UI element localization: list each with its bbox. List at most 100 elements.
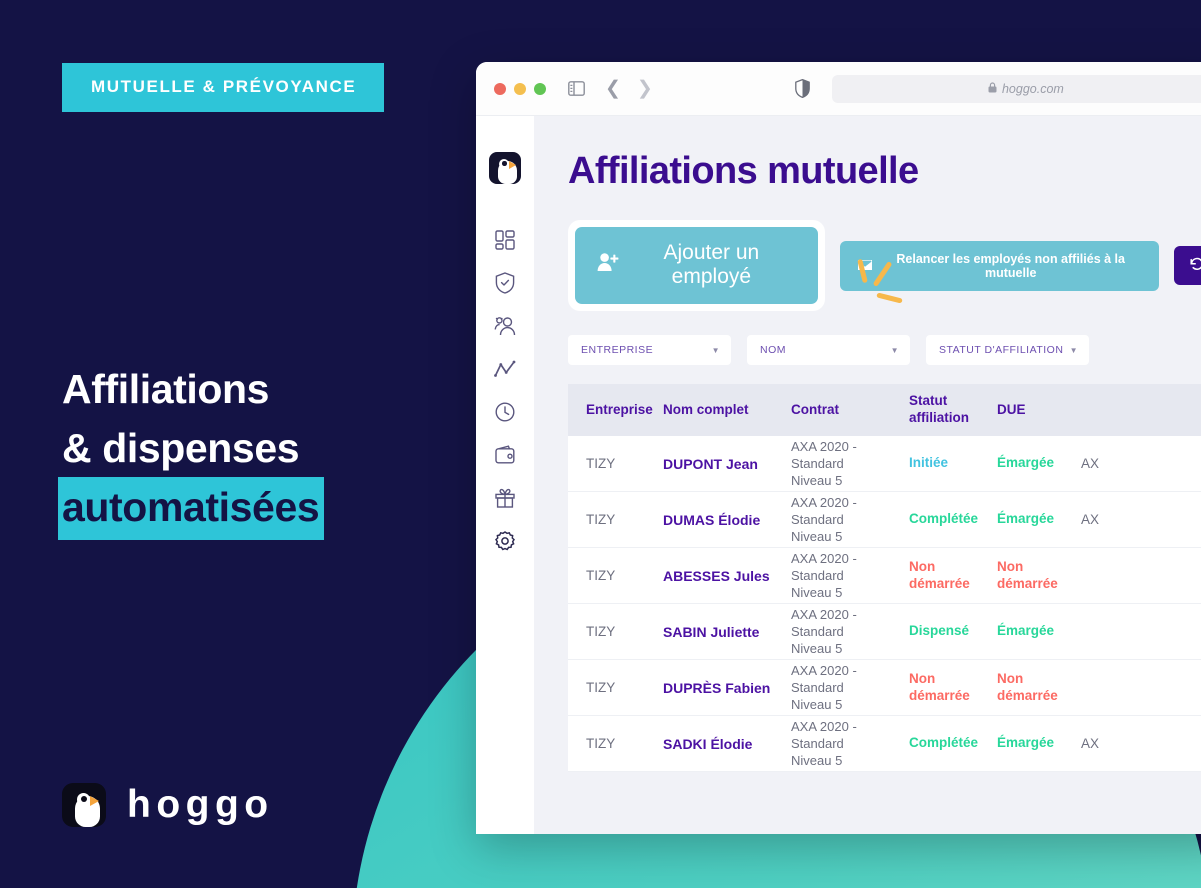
cell-due: Émargée	[997, 455, 1055, 471]
cell-entreprise: TIZY	[586, 680, 616, 695]
headline-line-1: Affiliations	[62, 366, 270, 412]
browser-window: ❮ ❯ hoggo.com Affiliations mutuelle Ajou…	[476, 62, 1201, 834]
table-row[interactable]: TIZY DUMAS Élodie AXA 2020 - Standard Nivea…	[568, 492, 1201, 548]
privacy-shield-icon[interactable]	[794, 79, 810, 98]
column-header-nom-complet[interactable]: Nom complet	[663, 402, 791, 419]
cell-nom-complet[interactable]: DUPONT Jean	[663, 456, 791, 472]
cell-entreprise: TIZY	[586, 736, 616, 751]
cell-contrat: AXA 2020 - Standard Niveau 5	[791, 550, 857, 601]
filter-row: ENTREPRISE ▼ NOM ▼ STATUT D'AFFILIATION …	[568, 335, 1201, 365]
cell-nom-complet[interactable]: ABESSES Jules	[663, 568, 791, 584]
filter-nom[interactable]: NOM ▼	[747, 335, 910, 365]
table-header-row: Entreprise Nom complet Contrat Statut af…	[568, 384, 1201, 436]
history-revert-icon	[1190, 257, 1201, 274]
sidebar-item-dashboard[interactable]	[485, 218, 525, 261]
column-header-contrat[interactable]: Contrat	[791, 402, 909, 419]
cell-statut-affiliation: Non démarrée	[909, 671, 970, 703]
eyebrow-badge: MUTUELLE & PRÉVOYANCE	[62, 63, 385, 112]
app-body: Affiliations mutuelle Ajouter un employé…	[476, 116, 1201, 834]
filter-entreprise-label: ENTREPRISE	[581, 344, 654, 356]
hoggo-penguin-icon[interactable]	[489, 152, 521, 184]
cell-contrat: AXA 2020 - Standard Niveau 5	[791, 438, 857, 489]
cell-due: Émargée	[997, 623, 1055, 639]
cell-due: Non démarrée	[997, 671, 1058, 703]
user-plus-icon	[597, 252, 619, 278]
page-title: Affiliations mutuelle	[568, 150, 919, 192]
filter-nom-label: NOM	[760, 344, 786, 356]
table-row[interactable]: TIZY SADKI Élodie AXA 2020 - Standard Nivea…	[568, 716, 1201, 772]
table-row[interactable]: TIZY SABIN Juliette AXA 2020 - Standard Niv…	[568, 604, 1201, 660]
cell-due: Émargée	[997, 511, 1055, 527]
app-main-content: Affiliations mutuelle Ajouter un employé…	[534, 116, 1201, 834]
url-address-bar[interactable]: hoggo.com	[831, 74, 1201, 103]
table-body: TIZY DUPONT Jean AXA 2020 - Standard Niveau…	[568, 436, 1201, 772]
filter-statut-label: STATUT D'AFFILIATION	[939, 344, 1064, 356]
history-button[interactable]: V	[1173, 246, 1201, 285]
browser-chrome-bar: ❮ ❯ hoggo.com	[476, 62, 1201, 116]
cell-statut-affiliation: Complétée	[909, 735, 979, 751]
table-row[interactable]: TIZY DUPRÈS Fabien AXA 2020 - Standard Nive…	[568, 660, 1201, 716]
poster-canvas: MUTUELLE & PRÉVOYANCE Affiliations & dis…	[0, 0, 1201, 888]
sidebar-item-history[interactable]	[485, 390, 525, 433]
cell-extra: AX	[1081, 512, 1100, 527]
add-employee-label: Ajouter un employé	[663, 241, 760, 288]
filter-statut-affiliation[interactable]: STATUT D'AFFILIATION ▼	[926, 335, 1089, 365]
add-employee-button[interactable]: Ajouter un employé	[575, 227, 818, 304]
chevron-down-icon: ▼	[1069, 345, 1078, 355]
table-row[interactable]: TIZY DUPONT Jean AXA 2020 - Standard Niveau…	[568, 436, 1201, 492]
brand-wordmark: hoggo	[127, 783, 274, 826]
sidebar-item-benefits[interactable]	[485, 476, 525, 519]
url-text: hoggo.com	[1001, 81, 1064, 96]
cell-extra: AX	[1081, 456, 1100, 471]
column-header-entreprise[interactable]: Entreprise	[568, 402, 663, 419]
cell-contrat: AXA 2020 - Standard Niveau 5	[791, 718, 857, 769]
cell-contrat: AXA 2020 - Standard Niveau 5	[791, 494, 857, 545]
chevron-down-icon: ▼	[711, 345, 720, 355]
headline-line-2: & dispenses	[62, 424, 300, 471]
brand-logo: hoggo	[62, 783, 274, 827]
headline-highlight: automatisées	[58, 477, 325, 540]
sparkle-decoration	[854, 258, 914, 315]
cell-entreprise: TIZY	[586, 624, 616, 639]
cell-nom-complet[interactable]: DUMAS Élodie	[663, 512, 791, 528]
chevron-right-icon[interactable]: ❯	[637, 77, 653, 100]
cell-entreprise: TIZY	[586, 512, 616, 527]
cell-extra: AX	[1081, 736, 1100, 751]
cell-entreprise: TIZY	[586, 568, 616, 583]
app-sidebar	[476, 116, 534, 834]
hoggo-penguin-icon	[62, 783, 106, 827]
zoom-window-button[interactable]	[534, 82, 546, 95]
sidebar-item-analytics[interactable]	[485, 347, 525, 390]
cell-nom-complet[interactable]: SABIN Juliette	[663, 624, 791, 640]
chevron-down-icon: ▼	[890, 345, 899, 355]
sidebar-toggle-icon[interactable]	[568, 81, 585, 96]
sidebar-item-protection[interactable]	[485, 261, 525, 304]
minimize-window-button[interactable]	[514, 82, 526, 95]
lock-icon	[988, 80, 997, 98]
cell-due: Non démarrée	[997, 559, 1058, 591]
chevron-left-icon[interactable]: ❮	[605, 77, 621, 100]
cell-entreprise: TIZY	[586, 456, 616, 471]
sidebar-item-settings[interactable]	[485, 519, 525, 562]
table-row[interactable]: TIZY ABESSES Jules AXA 2020 - Standard Nive…	[568, 548, 1201, 604]
affiliations-table: Entreprise Nom complet Contrat Statut af…	[568, 384, 1201, 772]
cell-contrat: AXA 2020 - Standard Niveau 5	[791, 606, 857, 657]
filter-entreprise[interactable]: ENTREPRISE ▼	[568, 335, 731, 365]
cell-due: Émargée	[997, 735, 1055, 751]
sidebar-item-wallet[interactable]	[485, 433, 525, 476]
cell-statut-affiliation: Complétée	[909, 511, 979, 527]
close-window-button[interactable]	[494, 82, 506, 95]
cell-contrat: AXA 2020 - Standard Niveau 5	[791, 662, 857, 713]
cell-nom-complet[interactable]: SADKI Élodie	[663, 736, 791, 752]
traffic-lights	[494, 82, 546, 95]
sidebar-item-employees[interactable]	[485, 304, 525, 347]
page-headline: Affiliations & dispenses automatisées	[58, 360, 325, 540]
column-header-statut-affiliation[interactable]: Statut affiliation	[909, 393, 997, 427]
add-employee-button-halo: Ajouter un employé	[568, 220, 825, 311]
relaunch-label: Relancer les employés non affiliés à la …	[896, 251, 1125, 280]
cell-statut-affiliation: Non démarrée	[909, 559, 970, 591]
column-header-due[interactable]: DUE	[997, 402, 1081, 419]
cell-statut-affiliation: Initiée	[909, 455, 949, 471]
cell-statut-affiliation: Dispensé	[909, 623, 970, 639]
cell-nom-complet[interactable]: DUPRÈS Fabien	[663, 680, 791, 696]
